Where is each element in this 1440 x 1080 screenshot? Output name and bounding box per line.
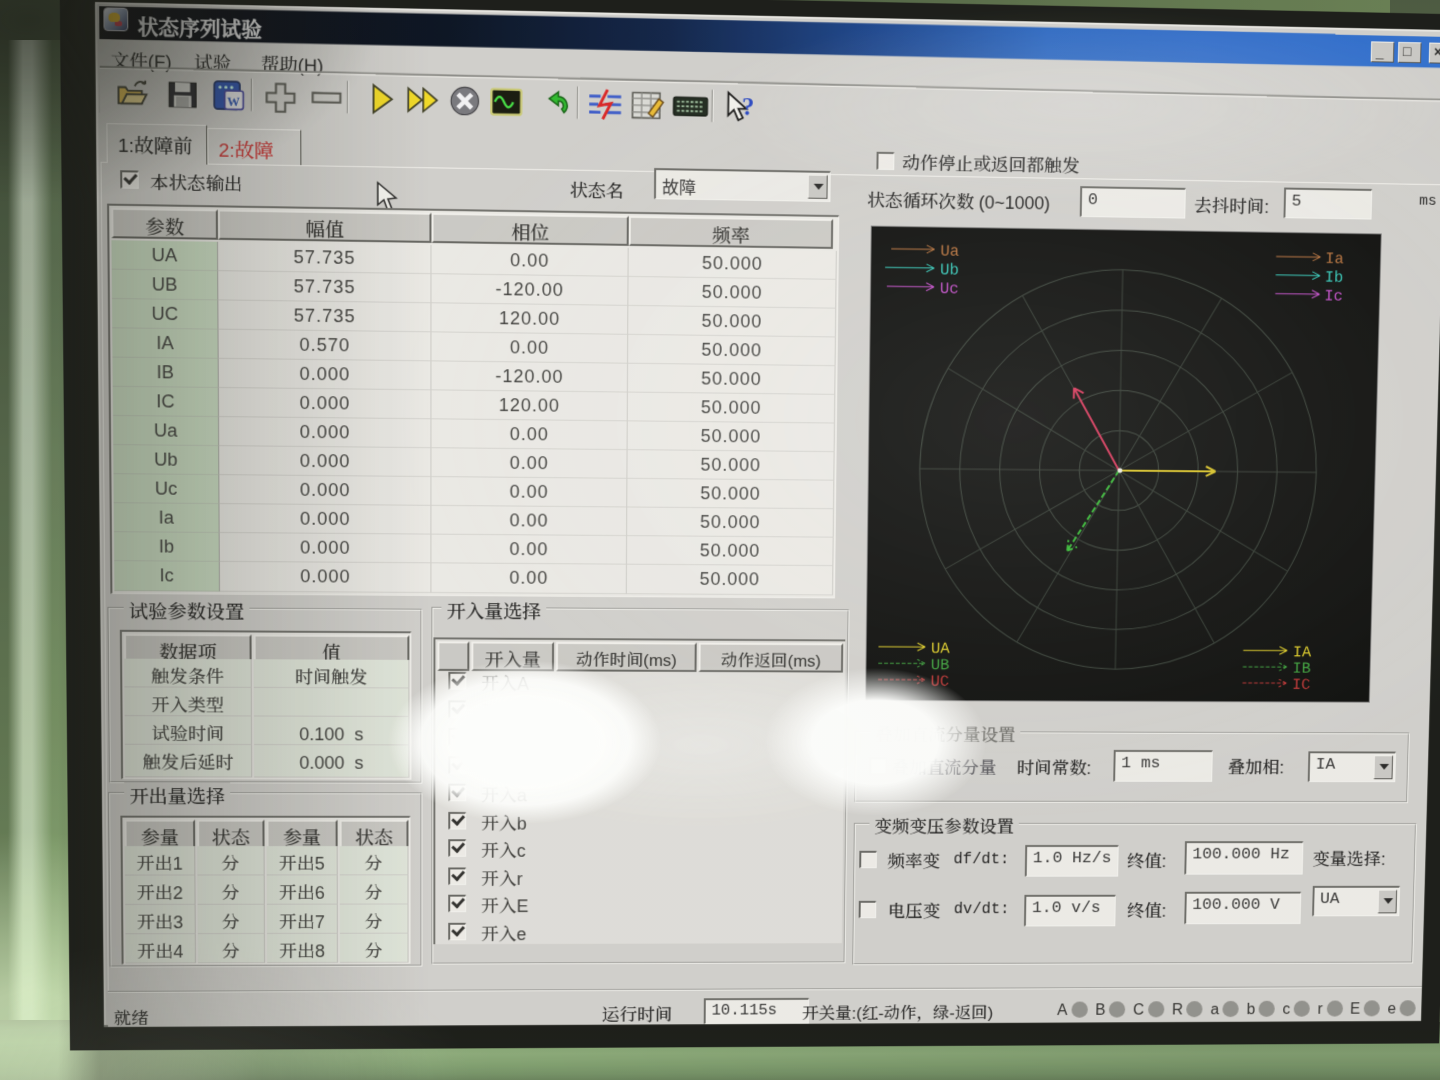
svg-text:UA: UA bbox=[931, 640, 950, 658]
svg-text:UB: UB bbox=[931, 656, 950, 674]
svg-text:Ia: Ia bbox=[1325, 250, 1344, 268]
svg-text:?: ? bbox=[742, 92, 755, 121]
svg-text:Ub: Ub bbox=[940, 261, 959, 280]
svg-text:W: W bbox=[227, 95, 240, 109]
svg-text:Ua: Ua bbox=[940, 242, 959, 261]
svg-text:Ib: Ib bbox=[1325, 268, 1344, 286]
svg-text:Ic: Ic bbox=[1324, 287, 1343, 305]
svg-text:IC: IC bbox=[1292, 676, 1311, 694]
svg-text:IB: IB bbox=[1292, 660, 1311, 678]
svg-text:UC: UC bbox=[930, 672, 949, 690]
svg-text:IA: IA bbox=[1293, 643, 1312, 661]
svg-text:Uc: Uc bbox=[940, 279, 959, 298]
